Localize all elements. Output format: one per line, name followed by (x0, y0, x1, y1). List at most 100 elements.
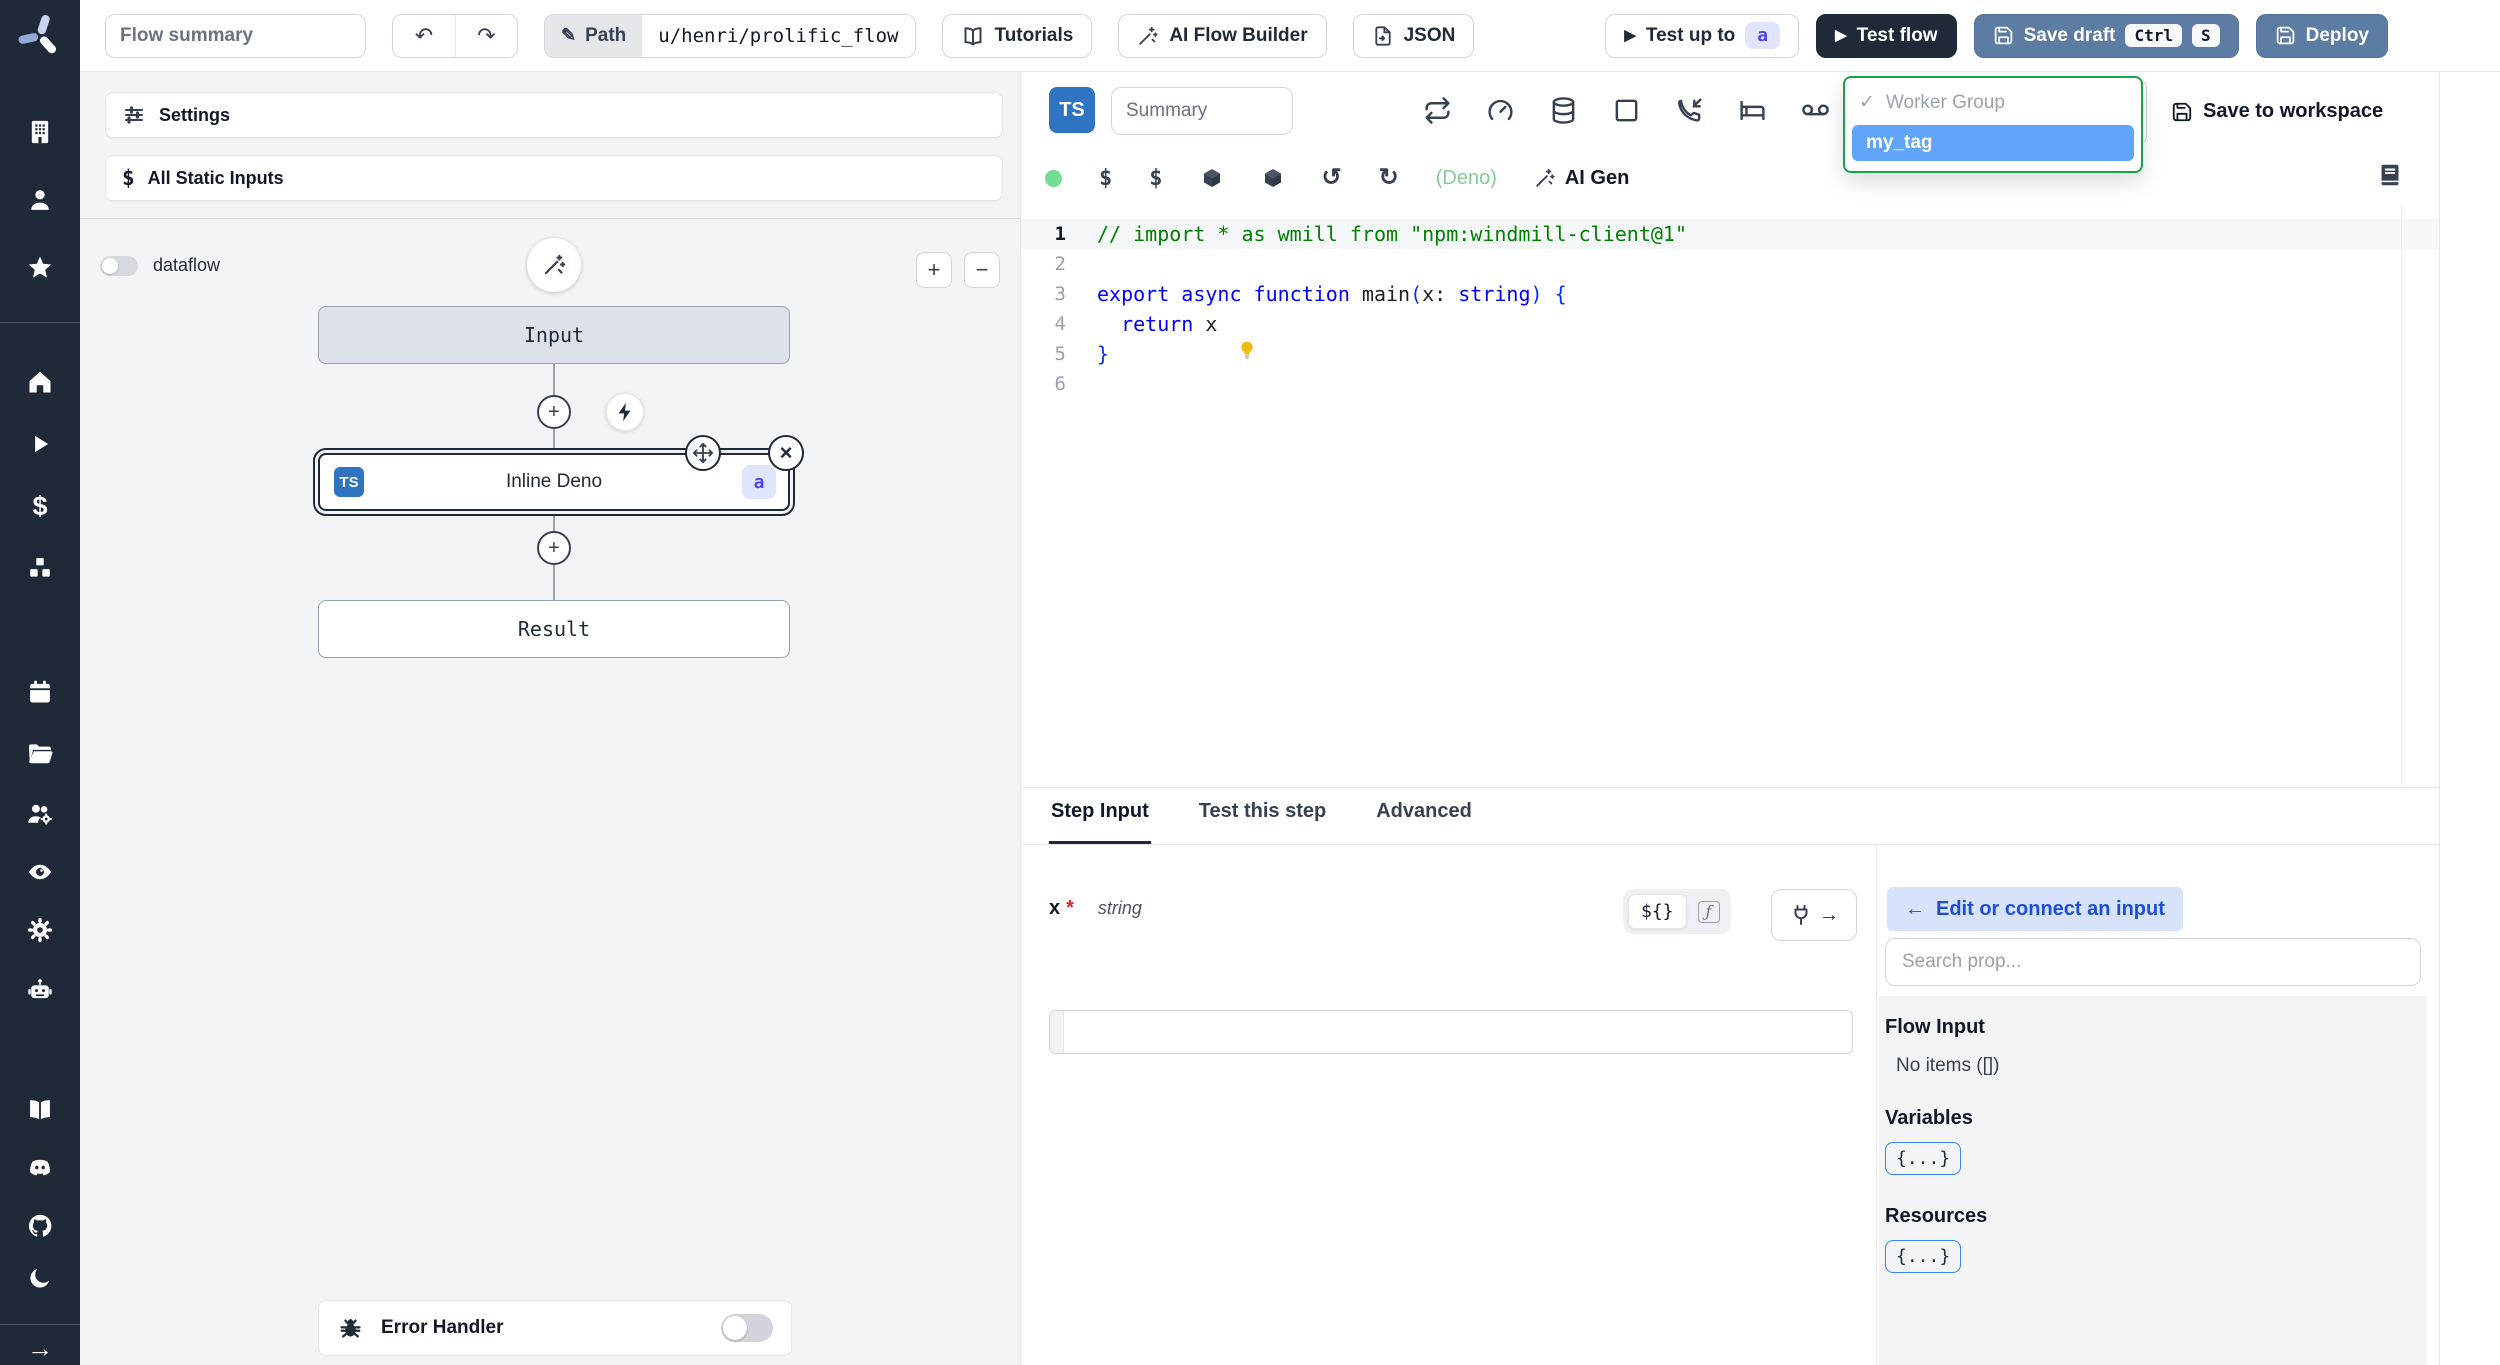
flow-input-empty: No items ([]) (1896, 1055, 2000, 1076)
add-step-button[interactable]: + (537, 395, 571, 429)
retries-repeat-icon[interactable] (1423, 96, 1452, 125)
refresh-icon[interactable]: ↻ (1379, 166, 1399, 190)
sidebar-item-github[interactable] (26, 1212, 54, 1240)
tab-advanced[interactable]: Advanced (1374, 800, 1474, 844)
save-to-workspace-button[interactable]: Save to workspace (2171, 100, 2383, 123)
step-summary-input[interactable] (1111, 87, 1293, 135)
early-stop-square-icon[interactable] (1612, 96, 1641, 125)
test-flow-button[interactable]: ▶ Test flow (1816, 13, 1957, 58)
json-button[interactable]: JSON (1352, 13, 1475, 58)
sidebar-item-favorites[interactable] (26, 254, 54, 282)
star-icon (28, 256, 52, 278)
timeout-gauge-icon[interactable] (1486, 96, 1515, 125)
main-area: Settings $ All Static Inputs dataflow + … (80, 72, 2500, 1365)
box-icon[interactable] (1261, 166, 1285, 190)
move-icon (692, 442, 714, 464)
sidebar-item-workers[interactable] (26, 976, 54, 1004)
flow-node-result[interactable]: Result (318, 600, 790, 658)
edit-or-connect-button[interactable]: ← Edit or connect an input (1887, 887, 2183, 931)
field-type: string (1097, 898, 1142, 918)
sidebar-item-dark-mode[interactable] (26, 1264, 54, 1292)
add-step-button[interactable]: + (537, 531, 571, 565)
dollar-icon[interactable]: $ (1099, 166, 1112, 191)
field-value-input[interactable] (1064, 1011, 1852, 1053)
ai-gen-button[interactable]: AI Gen (1534, 167, 1629, 190)
sidebar-item-settings[interactable] (26, 916, 54, 944)
ai-flow-builder-button[interactable]: AI Flow Builder (1118, 13, 1327, 58)
field-label-row: x * string (1049, 897, 1142, 920)
flow-settings-button[interactable]: Settings (105, 92, 1003, 138)
sidebar-item-home[interactable] (26, 368, 54, 396)
home-icon (29, 371, 51, 393)
worker-group-dropdown-header[interactable]: ✓ Worker Group (1845, 82, 2141, 123)
plug-icon (1794, 905, 1808, 925)
line-number: 5 (1054, 343, 1066, 365)
search-prop-input[interactable] (1885, 938, 2421, 986)
history-icon[interactable]: ↺ (1322, 166, 1342, 190)
sleep-bed-icon[interactable] (1738, 96, 1767, 125)
undo-icon: ↶ (414, 22, 434, 48)
box-icon[interactable] (1200, 166, 1224, 190)
tutorials-button[interactable]: Tutorials (941, 13, 1093, 58)
zoom-in-button[interactable]: + (916, 252, 952, 288)
code-editor[interactable]: 1 // import * as wmill from "npm:windmil… (1021, 205, 2439, 788)
trigger-button[interactable] (606, 393, 644, 431)
flow-node-input[interactable]: Input (318, 306, 790, 364)
required-mark: * (1066, 897, 1074, 919)
resources-expand-chip[interactable]: {...} (1885, 1240, 1962, 1273)
worker-group-option-selected[interactable]: my_tag (1852, 125, 2134, 161)
move-step-button[interactable] (685, 435, 721, 471)
sidebar-item-discord[interactable] (26, 1154, 54, 1182)
windmill-logo[interactable] (15, 11, 65, 61)
variables-expand-chip[interactable]: {...} (1885, 1142, 1962, 1175)
wand-icon (1139, 26, 1158, 45)
connect-input-button[interactable]: → (1771, 889, 1857, 941)
wand-icon (1536, 168, 1555, 187)
flow-panel-divider (80, 218, 1020, 219)
sidebar-item-variables[interactable]: $ (26, 492, 54, 520)
close-icon: × (779, 440, 793, 465)
connect-panel: ← Edit or connect an input Flow Input No… (1876, 845, 2439, 1365)
typescript-badge: TS (1049, 87, 1095, 133)
sidebar-item-schedules[interactable] (26, 678, 54, 706)
input-mode-toggle: ${} ƒ (1623, 889, 1731, 934)
deploy-button[interactable]: Deploy (2255, 13, 2388, 58)
library-button[interactable] (2377, 162, 2403, 188)
undo-button[interactable]: ↶ (393, 14, 455, 57)
ai-wand-button[interactable] (527, 238, 581, 292)
undo-redo-group: ↶ ↷ (392, 13, 518, 58)
delete-step-button[interactable]: × (768, 435, 804, 471)
expr-mode-button[interactable]: ${} (1628, 894, 1687, 929)
sidebar-item-user[interactable] (26, 186, 54, 214)
fn-mode-button[interactable]: ƒ (1692, 895, 1726, 929)
all-static-inputs-button[interactable]: $ All Static Inputs (105, 155, 1003, 201)
tab-step-input[interactable]: Step Input (1049, 800, 1151, 844)
test-up-to-button[interactable]: ▶ Test up to a (1605, 13, 1800, 58)
dataflow-toggle[interactable] (100, 255, 138, 276)
cache-database-icon[interactable] (1549, 96, 1578, 125)
dollar-icon[interactable]: $ (1149, 166, 1162, 191)
sidebar-item-folders[interactable] (26, 740, 54, 768)
flow-input-title: Flow Input (1885, 1016, 1985, 1038)
path-control[interactable]: ✎ Path u/henri/prolific_flow (544, 13, 916, 58)
error-handler-toggle[interactable] (721, 1314, 773, 1342)
redo-button[interactable]: ↷ (455, 14, 517, 57)
sidebar-item-groups[interactable] (26, 800, 54, 828)
tab-test-this-step[interactable]: Test this step (1197, 800, 1328, 844)
sidebar-item-resources[interactable] (26, 554, 54, 582)
zoom-out-button[interactable]: − (964, 252, 1000, 288)
sidebar-item-runs[interactable] (26, 430, 54, 458)
sidebar-item-audit[interactable] (26, 858, 54, 886)
flow-summary-input[interactable] (105, 13, 366, 58)
editor-scrollbar[interactable] (2401, 205, 2402, 787)
sidebar-expand[interactable]: → (26, 1334, 54, 1362)
sidebar-item-workspace[interactable] (26, 118, 54, 146)
suspend-phone-incoming-icon[interactable] (1675, 96, 1704, 125)
plus-icon: + (548, 400, 560, 423)
mock-voicemail-icon[interactable] (1801, 96, 1830, 125)
building-icon (31, 120, 49, 144)
error-handler-row[interactable]: Error Handler (318, 1300, 792, 1356)
sidebar-item-docs[interactable] (26, 1096, 54, 1124)
flow-node-inline-deno[interactable]: TS Inline Deno a (313, 448, 795, 516)
save-draft-button[interactable]: Save draft Ctrl S (1973, 13, 2239, 58)
